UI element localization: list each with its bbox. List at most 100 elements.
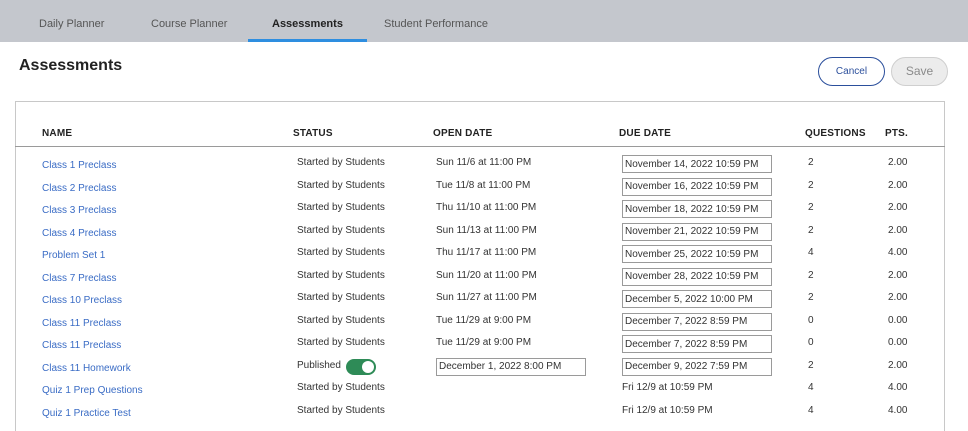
- open-date-text: Sun 11/13 at 11:00 PM: [436, 224, 537, 236]
- column-header-name: NAME: [42, 128, 73, 139]
- table-row: Class 11 Preclass Started by Students Tue …: [16, 335, 944, 359]
- column-header-pts: PTS.: [885, 128, 909, 139]
- assessment-name-link[interactable]: Class 11 Preclass: [42, 318, 121, 329]
- tab-course-planner[interactable]: Course Planner: [151, 0, 227, 42]
- top-navigation: Daily Planner Course Planner Assessments…: [0, 0, 968, 42]
- open-date-text: Thu 11/10 at 11:00 PM: [436, 202, 537, 213]
- points-value: 2.00: [888, 179, 908, 191]
- column-header-due-date: DUE DATE: [619, 128, 671, 139]
- questions-count: 2: [808, 202, 814, 213]
- questions-count: 2: [808, 224, 814, 236]
- points-value: 4.00: [888, 247, 908, 258]
- table-row: Problem Set 1 Started by Students Thu 11/1…: [16, 245, 944, 269]
- published-toggle[interactable]: [346, 358, 376, 375]
- points-value: 2.00: [888, 359, 908, 371]
- assessment-name-link[interactable]: Class 11 Preclass: [42, 340, 121, 351]
- tab-label: Assessments: [272, 18, 343, 30]
- assessment-name-link[interactable]: Class 2 Preclass: [42, 183, 116, 194]
- tab-daily-planner[interactable]: Daily Planner: [39, 0, 104, 42]
- tab-assessments[interactable]: Assessments: [248, 0, 367, 42]
- table-row: Class 4 Preclass Started by Students Sun 1…: [16, 222, 944, 247]
- active-tab-indicator: [248, 39, 367, 42]
- table-row: Class 2 Preclass Started by Students Tue 1…: [16, 177, 944, 202]
- table-row: Quiz 1 Prep Questions Started by Students…: [16, 382, 944, 404]
- status-text: Started by Students: [297, 157, 385, 168]
- due-date-text: Fri 12/9 at 10:59 PM: [622, 382, 713, 393]
- save-button[interactable]: Save: [891, 57, 948, 86]
- status-text: Started by Students: [297, 224, 385, 236]
- points-value: 2.00: [888, 269, 908, 281]
- open-date-text: Tue 11/29 at 9:00 PM: [436, 314, 532, 326]
- status-text: Started by Students: [297, 292, 385, 303]
- due-date-input[interactable]: [622, 335, 772, 353]
- due-date-input[interactable]: [622, 357, 772, 376]
- due-date-input[interactable]: [622, 155, 772, 173]
- table-row: Class 1 Preclass Started by Students Sun 1…: [16, 155, 944, 179]
- due-date-text: Fri 12/9 at 10:59 PM: [622, 404, 713, 416]
- assessment-name-link[interactable]: Class 3 Preclass: [42, 205, 116, 216]
- table-row: Class 11 Preclass Started by Students Tue …: [16, 312, 944, 337]
- status-text: Started by Students: [297, 382, 385, 393]
- questions-count: 2: [808, 269, 814, 281]
- tab-label: Daily Planner: [39, 18, 105, 30]
- status-text: Started by Students: [297, 404, 385, 416]
- due-date-input[interactable]: [622, 177, 772, 196]
- questions-count: 0: [808, 314, 814, 326]
- open-date-text: Thu 11/17 at 11:00 PM: [436, 247, 537, 258]
- table-row: Quiz 1 Practice Test Started by Students F…: [16, 405, 944, 427]
- assessment-name-link[interactable]: Class 1 Preclass: [42, 160, 116, 171]
- points-value: 2.00: [888, 224, 908, 236]
- page-title: Assessments: [19, 57, 123, 74]
- due-date-input[interactable]: [622, 200, 772, 218]
- status-text: Started by Students: [297, 202, 385, 213]
- status-text: Started by Students: [297, 337, 385, 348]
- due-date-input[interactable]: [622, 267, 772, 286]
- points-value: 4.00: [888, 404, 908, 416]
- due-date-input[interactable]: [622, 290, 772, 308]
- due-date-input[interactable]: [622, 222, 772, 241]
- points-value: 0.00: [888, 314, 908, 326]
- questions-count: 2: [808, 292, 814, 303]
- assessment-name-link[interactable]: Class 4 Preclass: [42, 228, 116, 239]
- due-date-input[interactable]: [622, 245, 772, 263]
- open-date-input[interactable]: [436, 357, 586, 376]
- open-date-text: Tue 11/29 at 9:00 PM: [436, 337, 532, 348]
- questions-count: 2: [808, 157, 814, 168]
- tab-student-performance[interactable]: Student Performance: [384, 0, 488, 42]
- points-value: 2.00: [888, 202, 908, 213]
- assessment-name-link[interactable]: Quiz 1 Practice Test: [42, 408, 131, 419]
- column-header-open-date: OPEN DATE: [433, 128, 493, 139]
- assessment-name-link[interactable]: Class 10 Preclass: [42, 295, 122, 306]
- toggle-knob: [362, 360, 374, 373]
- questions-count: 4: [808, 247, 814, 258]
- table-header-divider: [15, 146, 945, 147]
- status-text: Started by Students: [297, 247, 385, 258]
- assessment-name-link[interactable]: Problem Set 1: [42, 250, 105, 261]
- points-value: 2.00: [888, 292, 908, 303]
- column-header-status: STATUS: [293, 128, 333, 139]
- tab-label: Student Performance: [384, 18, 488, 30]
- due-date-input[interactable]: [622, 312, 772, 331]
- table-row: Class 11 Homework Published 2 2.00: [16, 357, 944, 382]
- cancel-button[interactable]: Cancel: [818, 57, 885, 86]
- table-row: Class 3 Preclass Started by Students Thu 1…: [16, 200, 944, 224]
- points-value: 4.00: [888, 382, 908, 393]
- status-text: Published: [297, 359, 341, 371]
- assessment-name-link[interactable]: Quiz 1 Prep Questions: [42, 385, 143, 396]
- questions-count: 4: [808, 404, 814, 416]
- status-text: Started by Students: [297, 179, 385, 191]
- questions-count: 4: [808, 382, 814, 393]
- status-text: Started by Students: [297, 269, 385, 281]
- questions-count: 0: [808, 337, 814, 348]
- assessment-name-link[interactable]: Class 7 Preclass: [42, 273, 116, 284]
- open-date-text: Tue 11/8 at 11:00 PM: [436, 179, 531, 191]
- open-date-text: Sun 11/6 at 11:00 PM: [436, 157, 532, 168]
- column-header-questions: QUESTIONS: [805, 128, 866, 139]
- assessment-name-link[interactable]: Class 11 Homework: [42, 363, 131, 374]
- open-date-text: Sun 11/27 at 11:00 PM: [436, 292, 537, 303]
- table-row: Class 7 Preclass Started by Students Sun 1…: [16, 267, 944, 292]
- table-row: Class 10 Preclass Started by Students Sun …: [16, 290, 944, 314]
- questions-count: 2: [808, 179, 814, 191]
- status-text: Started by Students: [297, 314, 385, 326]
- tab-label: Course Planner: [151, 18, 228, 30]
